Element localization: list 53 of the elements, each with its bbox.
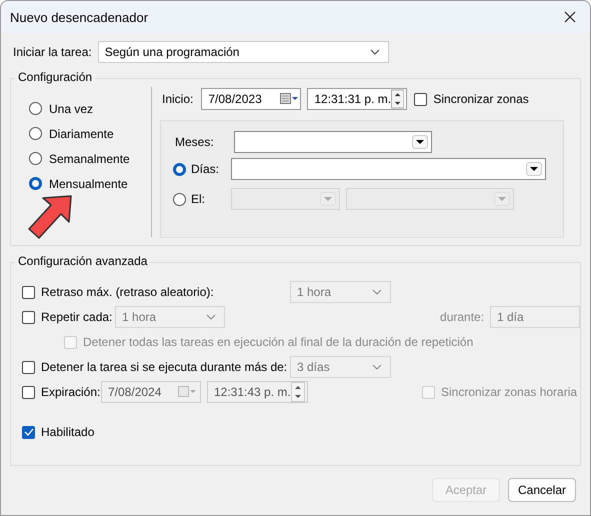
date-field[interactable]: 7/08/2024 bbox=[101, 381, 201, 403]
field-label: Iniciar la tarea: bbox=[13, 45, 92, 59]
checkbox[interactable] bbox=[22, 286, 35, 298]
dropdown[interactable] bbox=[234, 131, 432, 153]
dropdown[interactable]: 3 días bbox=[290, 356, 391, 378]
field-label: durante: bbox=[440, 310, 486, 324]
checkbox-label: Expiración: bbox=[41, 385, 101, 399]
date-field[interactable]: 7/08/2023 bbox=[201, 88, 302, 110]
radio-label: Una vez bbox=[49, 102, 94, 116]
window-title: Nuevo desencadenador bbox=[10, 10, 148, 24]
radio-button[interactable] bbox=[29, 127, 42, 140]
radio-button[interactable] bbox=[29, 177, 42, 190]
checkbox[interactable] bbox=[22, 386, 35, 398]
checkbox-label: Habilitado bbox=[41, 425, 94, 439]
radio-label: Diariamente bbox=[49, 126, 114, 140]
spinner-icon[interactable] bbox=[291, 382, 305, 402]
calendar-icon[interactable] bbox=[280, 93, 298, 105]
checkbox-label: Retraso máx. (retraso aleatorio): bbox=[41, 285, 215, 299]
radio-label: El: bbox=[191, 192, 206, 206]
chevron-icon bbox=[370, 49, 380, 55]
dropdown[interactable]: 1 hora bbox=[290, 281, 391, 303]
spinner-icon[interactable] bbox=[391, 89, 404, 109]
field-label: Meses: bbox=[174, 135, 215, 149]
checkbox-label: Repetir cada: bbox=[41, 310, 114, 324]
checkbox[interactable] bbox=[22, 310, 35, 324]
checkbox-label: Detener la tarea si se ejecuta durante más de: bbox=[41, 360, 288, 374]
radio-button[interactable] bbox=[29, 102, 42, 115]
checkbox[interactable] bbox=[22, 426, 35, 438]
radio-label: Mensualmente bbox=[49, 176, 128, 190]
time-field[interactable]: 12:31:31 p. m. bbox=[307, 88, 408, 110]
dropdown[interactable] bbox=[231, 158, 546, 180]
checkbox[interactable] bbox=[414, 92, 428, 106]
dialog-button[interactable]: Cancelar bbox=[508, 478, 576, 502]
field-label: Inicio: bbox=[162, 92, 194, 106]
group-title: Configuración avanzada bbox=[15, 254, 150, 268]
dropdown[interactable]: 1 hora bbox=[115, 306, 226, 328]
dropdown[interactable]: Según una programación bbox=[98, 41, 389, 63]
radio-button[interactable] bbox=[173, 192, 186, 206]
close-icon[interactable] bbox=[564, 11, 576, 23]
radio-label: Días: bbox=[191, 162, 220, 176]
checkbox-label: Sincronizar zonas bbox=[433, 92, 529, 106]
radio-label: Semanalmente bbox=[49, 152, 130, 166]
radio-button[interactable] bbox=[29, 152, 42, 165]
chevron-icon bbox=[372, 364, 382, 370]
checkbox-label: Detener todas las tareas en ejecución al final de la duración de repetición bbox=[83, 335, 474, 349]
checkbox-label: Sincronizar zonas horaria bbox=[441, 385, 578, 399]
dropdown[interactable]: 1 día bbox=[490, 306, 580, 328]
chevron-icon bbox=[206, 314, 216, 320]
group-title: Configuración bbox=[15, 70, 96, 84]
time-field[interactable]: 12:31:43 p. m. bbox=[207, 381, 308, 403]
checkbox[interactable] bbox=[22, 360, 35, 374]
chevron-icon bbox=[372, 289, 382, 295]
radio-button[interactable] bbox=[173, 162, 186, 176]
